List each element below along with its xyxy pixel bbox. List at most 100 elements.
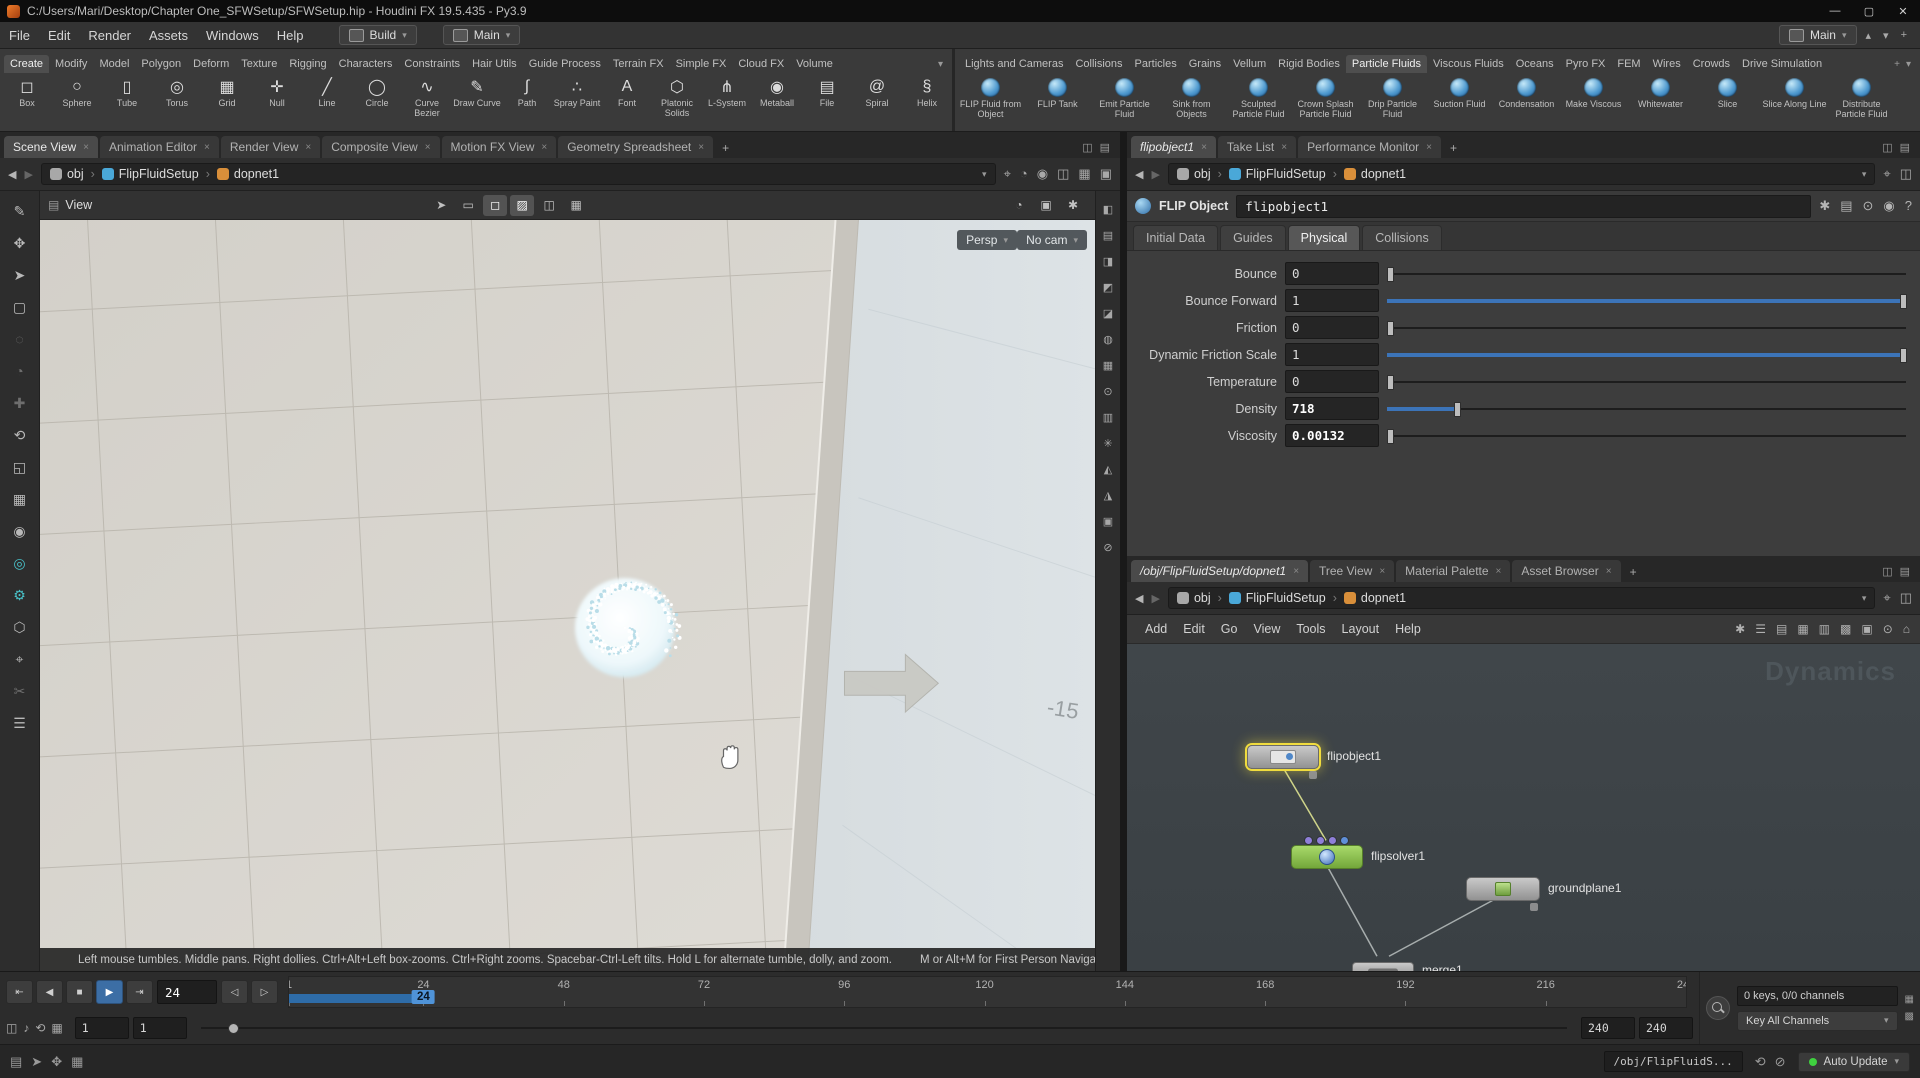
path-caret-icon[interactable]: ▾ xyxy=(1862,593,1867,604)
shelf-tool-flip-fluid-from-object[interactable]: FLIP Fluid from Object xyxy=(957,73,1024,131)
pane-tab-take-list[interactable]: Take List× xyxy=(1218,136,1296,158)
forward-icon[interactable]: ▶ xyxy=(1151,168,1159,181)
slider-handle[interactable] xyxy=(1387,267,1394,282)
list-mode-icon[interactable]: ▤ xyxy=(1776,622,1787,636)
shelf-tool-path[interactable]: ∫Path xyxy=(502,73,552,131)
snap-options-icon[interactable]: ▦ xyxy=(71,1054,83,1070)
shelf-tab-deform[interactable]: Deform xyxy=(187,55,235,73)
param-tab-guides[interactable]: Guides xyxy=(1220,225,1286,250)
back-icon[interactable]: ◀ xyxy=(1135,168,1143,181)
split-horizontal-icon[interactable]: ◫ xyxy=(1057,166,1069,182)
comb-tool-icon[interactable]: ✚ xyxy=(8,391,32,415)
back-icon[interactable]: ◀ xyxy=(8,168,16,181)
desktop-up-icon[interactable]: ▴ xyxy=(1863,29,1875,42)
lighting-icon[interactable]: ◩ xyxy=(1103,281,1113,294)
search-icon[interactable]: ⊙ xyxy=(1863,198,1874,214)
new-pane-tab-button[interactable]: + xyxy=(715,138,736,158)
help-icon[interactable]: ? xyxy=(1905,198,1912,214)
pane-tab-material-palette[interactable]: Material Palette× xyxy=(1396,560,1510,582)
shelf-tab-particles[interactable]: Particles xyxy=(1129,55,1183,73)
jump-to-end-button[interactable]: ⇥ xyxy=(126,980,153,1004)
breadcrumb-item-obj[interactable]: obj xyxy=(1177,591,1211,605)
play-button[interactable]: ▶ xyxy=(96,980,123,1004)
shelf-tab-pyro-fx[interactable]: Pyro FX xyxy=(1560,55,1612,73)
shelfset-selector[interactable]: Main ▾ xyxy=(443,25,521,45)
shelf-tool-spray-paint[interactable]: ∴Spray Paint xyxy=(552,73,602,131)
param-field-density[interactable]: 718 xyxy=(1285,397,1379,420)
range-start-field[interactable]: 1 xyxy=(75,1017,129,1039)
network-menu-layout[interactable]: Layout xyxy=(1334,619,1388,639)
edit-tool-icon[interactable]: ◉ xyxy=(8,519,32,543)
pane-tab-composite-view[interactable]: Composite View× xyxy=(322,136,439,158)
param-field-friction[interactable]: 0 xyxy=(1285,316,1379,339)
close-tab-icon[interactable]: × xyxy=(204,142,210,153)
desktop-switcher[interactable]: Main ▾ xyxy=(1779,25,1857,45)
loop-mode-icon[interactable]: ⟲ xyxy=(35,1021,45,1035)
shelf-tool-line[interactable]: ╱Line xyxy=(302,73,352,131)
maximize-button[interactable]: ▢ xyxy=(1852,0,1886,22)
menu-windows[interactable]: Windows xyxy=(197,28,268,43)
menu-edit[interactable]: Edit xyxy=(39,28,79,43)
points-display-icon[interactable]: ◍ xyxy=(1103,333,1113,346)
camera-selector[interactable]: No cam ▾ xyxy=(1017,230,1087,250)
split-pane-icon[interactable]: ◫ xyxy=(1882,141,1892,154)
slider-handle[interactable] xyxy=(1387,375,1394,390)
split-pane-icon[interactable]: ◫ xyxy=(1082,141,1092,154)
breadcrumb-item-flipfluidsetup[interactable]: FlipFluidSetup xyxy=(102,167,199,181)
grid-snap-icon[interactable]: ▦ xyxy=(1797,622,1808,636)
param-field-dynamic-friction-scale[interactable]: 1 xyxy=(1285,343,1379,366)
menu-help[interactable]: Help xyxy=(268,28,313,43)
shelf-tool-flip-tank[interactable]: FLIP Tank xyxy=(1024,73,1091,131)
param-tab-physical[interactable]: Physical xyxy=(1288,225,1361,250)
shelf-tab-constraints[interactable]: Constraints xyxy=(398,55,466,73)
frame-ruler[interactable]: 12448729612014416819221624024 xyxy=(288,976,1687,1008)
slider-handle[interactable] xyxy=(1387,321,1394,336)
close-tab-icon[interactable]: × xyxy=(305,142,311,153)
message-log-icon[interactable]: ▤ xyxy=(10,1054,22,1070)
info-icon[interactable]: ⊘ xyxy=(1103,541,1112,554)
shelf-tool-torus[interactable]: ◎Torus xyxy=(152,73,202,131)
shelf-tool-file[interactable]: ▤File xyxy=(802,73,852,131)
close-tab-icon[interactable]: × xyxy=(1496,566,1502,577)
param-tab-collisions[interactable]: Collisions xyxy=(1362,225,1442,250)
shelf-tab-wires[interactable]: Wires xyxy=(1647,55,1687,73)
cook-context-path[interactable]: /obj/FlipFluidS... xyxy=(1604,1051,1743,1072)
pane-menu-icon[interactable]: ▤ xyxy=(1100,141,1110,154)
close-tab-icon[interactable]: × xyxy=(698,142,704,153)
dots-display-icon[interactable]: ▥ xyxy=(1819,622,1830,636)
desktop-selector[interactable]: Build ▾ xyxy=(339,25,417,45)
shelf-tab-rigid-bodies[interactable]: Rigid Bodies xyxy=(1272,55,1346,73)
shelf-overflow-icon[interactable]: ▾ xyxy=(938,59,943,70)
param-slider-friction[interactable] xyxy=(1387,320,1906,335)
grid-small-icon[interactable]: ▦ xyxy=(1905,994,1914,1005)
viewport-layout-icon[interactable]: ▣ xyxy=(1103,515,1113,528)
playhead[interactable]: 24 xyxy=(412,990,435,1004)
shelf-tab-rigging[interactable]: Rigging xyxy=(283,55,332,73)
shelf-tool-spiral[interactable]: @Spiral xyxy=(852,73,902,131)
breadcrumb-item-dopnet1[interactable]: dopnet1 xyxy=(1344,591,1406,605)
back-icon[interactable]: ◀ xyxy=(1135,592,1143,605)
node-wire[interactable] xyxy=(1326,864,1377,956)
breadcrumb-item-obj[interactable]: obj xyxy=(50,167,84,181)
shelf-tab-crowds[interactable]: Crowds xyxy=(1687,55,1736,73)
close-tab-icon[interactable]: × xyxy=(1281,142,1287,153)
param-slider-viscosity[interactable] xyxy=(1387,428,1906,443)
network-menu-add[interactable]: Add xyxy=(1137,619,1175,639)
shelf-tool-suction-fluid[interactable]: Suction Fluid xyxy=(1426,73,1493,131)
shelf-tool-emit-particle-fluid[interactable]: Emit Particle Fluid xyxy=(1091,73,1158,131)
display-options-icon[interactable]: ✱ xyxy=(1061,195,1085,216)
param-field-bounce[interactable]: 0 xyxy=(1285,262,1379,285)
step-forward-button[interactable]: ▷ xyxy=(251,980,278,1004)
home-view-icon[interactable]: ⌂ xyxy=(1903,622,1910,636)
add-desktop-button[interactable]: + xyxy=(1898,29,1910,41)
snapshot-icon[interactable]: ◔ xyxy=(1020,166,1028,182)
network-canvas[interactable]: Dynamics flipobject1flipsolver1groundpla… xyxy=(1127,644,1920,971)
close-button[interactable]: ✕ xyxy=(1886,0,1920,22)
pane-menu-button[interactable]: ▤ View xyxy=(48,198,92,212)
close-tab-icon[interactable]: × xyxy=(83,142,89,153)
shelf-tab-grains[interactable]: Grains xyxy=(1183,55,1227,73)
shelf-tool-font[interactable]: AFont xyxy=(602,73,652,131)
align-icon[interactable]: ☰ xyxy=(1755,622,1766,636)
network-menu-go[interactable]: Go xyxy=(1213,619,1246,639)
onion-skin-icon[interactable]: ◮ xyxy=(1104,489,1112,502)
